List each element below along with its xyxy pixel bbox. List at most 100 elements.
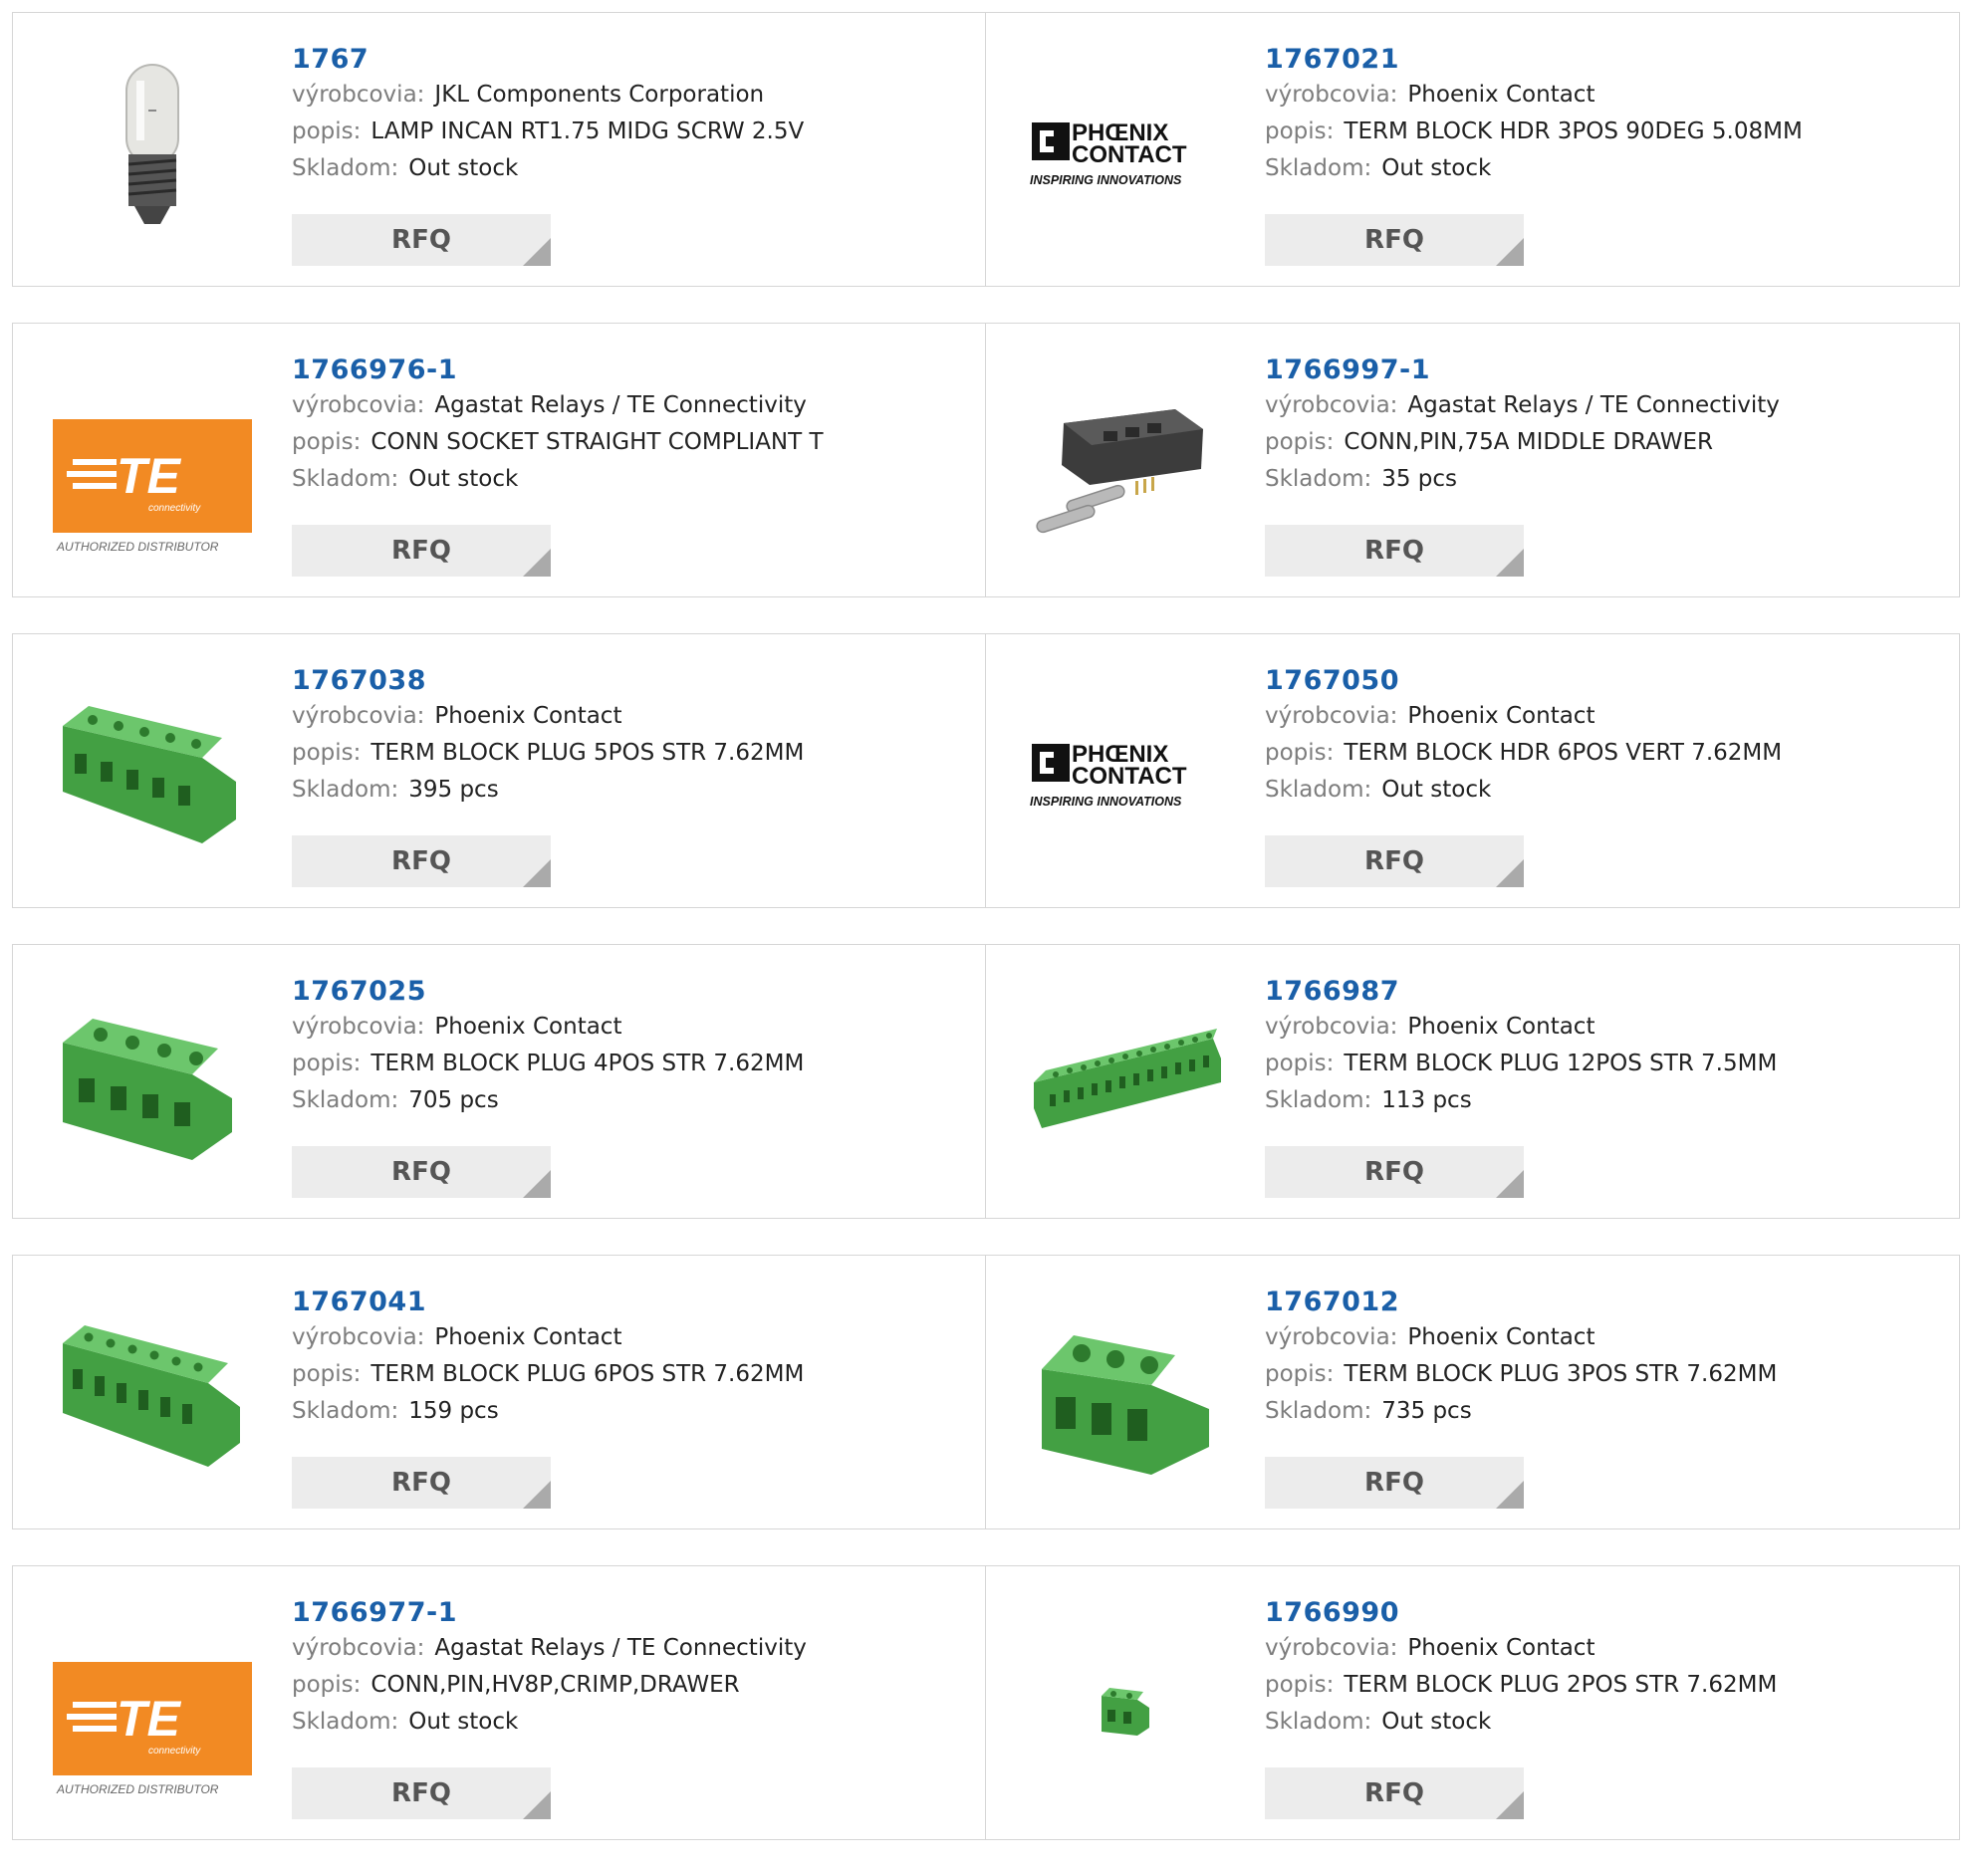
stock-label: Skladom: <box>292 1087 399 1113</box>
part-number-link[interactable]: 1766976-1 <box>292 353 975 387</box>
stock-line: Skladom: Out stock <box>292 150 975 187</box>
manufacturer-value: Phoenix Contact <box>1407 703 1596 729</box>
description-value: TERM BLOCK HDR 3POS 90DEG 5.08MM <box>1344 118 1803 144</box>
part-number-link[interactable]: 1767038 <box>292 664 975 698</box>
manufacturer-line: výrobcovia: Phoenix Contact <box>1265 1009 1949 1046</box>
stock-line: Skladom: Out stock <box>1265 1704 1949 1741</box>
rfq-label: RFQ <box>1364 536 1424 566</box>
stock-value: Out stock <box>408 1709 519 1735</box>
part-number-link[interactable]: 1766977-1 <box>292 1596 975 1630</box>
rfq-label: RFQ <box>391 225 451 255</box>
rfq-button[interactable]: RFQ <box>292 835 551 887</box>
product-image-terminal-3pos[interactable] <box>1026 1293 1225 1493</box>
part-number-link[interactable]: 1767041 <box>292 1286 975 1319</box>
product-row: 1767041 výrobcovia: Phoenix Contact popis… <box>12 1255 1960 1529</box>
corner-triangle-icon <box>523 549 551 577</box>
rfq-button[interactable]: RFQ <box>292 214 551 266</box>
stock-line: Skladom: Out stock <box>1265 772 1949 809</box>
part-number-link[interactable]: 1767012 <box>1265 1286 1949 1319</box>
rfq-button[interactable]: RFQ <box>1265 835 1524 887</box>
phoenix-logo-line2: CONTACT <box>1072 763 1187 790</box>
product-card: 1767012 výrobcovia: Phoenix Contact popis… <box>986 1255 1960 1529</box>
manufacturer-value: Phoenix Contact <box>434 1014 622 1040</box>
corner-triangle-icon <box>1496 1791 1524 1819</box>
product-image-terminal-5pos[interactable] <box>53 672 252 871</box>
te-logo-mark: TE <box>117 1691 182 1747</box>
corner-triangle-icon <box>523 1481 551 1509</box>
manufacturer-label: výrobcovia: <box>1265 1014 1398 1040</box>
part-number-link[interactable]: 1767025 <box>292 975 975 1009</box>
rfq-button[interactable]: RFQ <box>292 1146 551 1198</box>
product-image-terminal-2pos[interactable] <box>1026 1604 1225 1803</box>
product-image-terminal-12pos[interactable] <box>1026 983 1225 1182</box>
description-value: CONN,PIN,75A MIDDLE DRAWER <box>1344 429 1713 455</box>
rfq-button[interactable]: RFQ <box>1265 1457 1524 1509</box>
te-logo-mark: TE <box>117 448 182 504</box>
rfq-button[interactable]: RFQ <box>292 525 551 577</box>
te-connectivity-logo-icon: TE connectivity AUTHORIZED DISTRIBUTOR <box>53 1662 252 1796</box>
phoenix-contact-logo-icon: PHŒNIX CONTACT INSPIRING INNOVATIONS <box>1030 119 1187 187</box>
description-value: TERM BLOCK PLUG 6POS STR 7.62MM <box>370 1361 805 1387</box>
stock-value: 113 pcs <box>1381 1087 1472 1113</box>
part-number-link[interactable]: 1767021 <box>1265 43 1949 77</box>
rfq-button[interactable]: RFQ <box>1265 525 1524 577</box>
stock-label: Skladom: <box>292 1398 399 1424</box>
stock-line: Skladom: 159 pcs <box>292 1393 975 1430</box>
manufacturer-line: výrobcovia: Phoenix Contact <box>1265 77 1949 114</box>
part-number-link[interactable]: 1766990 <box>1265 1596 1949 1630</box>
description-value: TERM BLOCK HDR 6POS VERT 7.62MM <box>1344 740 1783 766</box>
manufacturer-label: výrobcovia: <box>292 1014 425 1040</box>
stock-label: Skladom: <box>1265 466 1372 492</box>
rfq-button[interactable]: RFQ <box>1265 1767 1524 1819</box>
part-number-link[interactable]: 1767050 <box>1265 664 1949 698</box>
product-image-phoenix-logo[interactable]: PHŒNIX CONTACT INSPIRING INNOVATIONS <box>1026 672 1225 871</box>
description-label: popis: <box>292 118 362 144</box>
part-number-link[interactable]: 1766987 <box>1265 975 1949 1009</box>
description-line: popis: TERM BLOCK HDR 3POS 90DEG 5.08MM <box>1265 114 1949 150</box>
manufacturer-label: výrobcovia: <box>292 1635 425 1661</box>
description-line: popis: CONN SOCKET STRAIGHT COMPLIANT T <box>292 424 975 461</box>
te-logo-sub: connectivity <box>148 503 201 514</box>
rfq-button[interactable]: RFQ <box>292 1457 551 1509</box>
stock-line: Skladom: 735 pcs <box>1265 1393 1949 1430</box>
manufacturer-line: výrobcovia: Phoenix Contact <box>292 1319 975 1356</box>
product-row: TE connectivity AUTHORIZED DISTRIBUTOR 1… <box>12 323 1960 597</box>
manufacturer-value: Agastat Relays / TE Connectivity <box>434 392 807 418</box>
stock-value: 395 pcs <box>408 777 499 803</box>
manufacturer-line: výrobcovia: Phoenix Contact <box>1265 1319 1949 1356</box>
product-image-terminal-6pos[interactable] <box>53 1293 252 1493</box>
product-image-terminal-4pos[interactable] <box>53 983 252 1182</box>
description-label: popis: <box>1265 1051 1335 1076</box>
manufacturer-label: výrobcovia: <box>292 392 425 418</box>
part-number-link[interactable]: 1766997-1 <box>1265 353 1949 387</box>
product-card: 1767025 výrobcovia: Phoenix Contact popis… <box>12 944 986 1219</box>
rfq-label: RFQ <box>1364 846 1424 876</box>
corner-triangle-icon <box>1496 1481 1524 1509</box>
rfq-button[interactable]: RFQ <box>1265 214 1524 266</box>
stock-line: Skladom: Out stock <box>1265 150 1949 187</box>
stock-value: 159 pcs <box>408 1398 499 1424</box>
manufacturer-value: Phoenix Contact <box>1407 1635 1596 1661</box>
stock-label: Skladom: <box>1265 155 1372 181</box>
stock-label: Skladom: <box>292 777 399 803</box>
product-image-te-logo[interactable]: TE connectivity AUTHORIZED DISTRIBUTOR <box>53 361 252 561</box>
rfq-button[interactable]: RFQ <box>1265 1146 1524 1198</box>
manufacturer-label: výrobcovia: <box>292 82 425 108</box>
product-image-lamp-bulb[interactable] <box>53 51 252 250</box>
description-value: CONN SOCKET STRAIGHT COMPLIANT T <box>370 429 824 455</box>
description-label: popis: <box>292 1672 362 1698</box>
part-number-link[interactable]: 1767 <box>292 43 975 77</box>
rfq-label: RFQ <box>1364 1468 1424 1498</box>
product-image-te-logo[interactable]: TE connectivity AUTHORIZED DISTRIBUTOR <box>53 1604 252 1803</box>
stock-label: Skladom: <box>1265 1087 1372 1113</box>
product-card: 1767038 výrobcovia: Phoenix Contact popis… <box>12 633 986 908</box>
product-image-phoenix-logo[interactable]: PHŒNIX CONTACT INSPIRING INNOVATIONS <box>1026 51 1225 250</box>
rfq-button[interactable]: RFQ <box>292 1767 551 1819</box>
manufacturer-label: výrobcovia: <box>292 1324 425 1350</box>
product-image-drawer-connector[interactable] <box>1026 361 1225 561</box>
description-line: popis: TERM BLOCK PLUG 12POS STR 7.5MM <box>1265 1046 1949 1082</box>
manufacturer-value: Phoenix Contact <box>1407 1324 1596 1350</box>
product-row: 1767038 výrobcovia: Phoenix Contact popis… <box>12 633 1960 908</box>
rfq-label: RFQ <box>391 1157 451 1187</box>
phoenix-logo-tagline: INSPIRING INNOVATIONS <box>1030 795 1182 809</box>
